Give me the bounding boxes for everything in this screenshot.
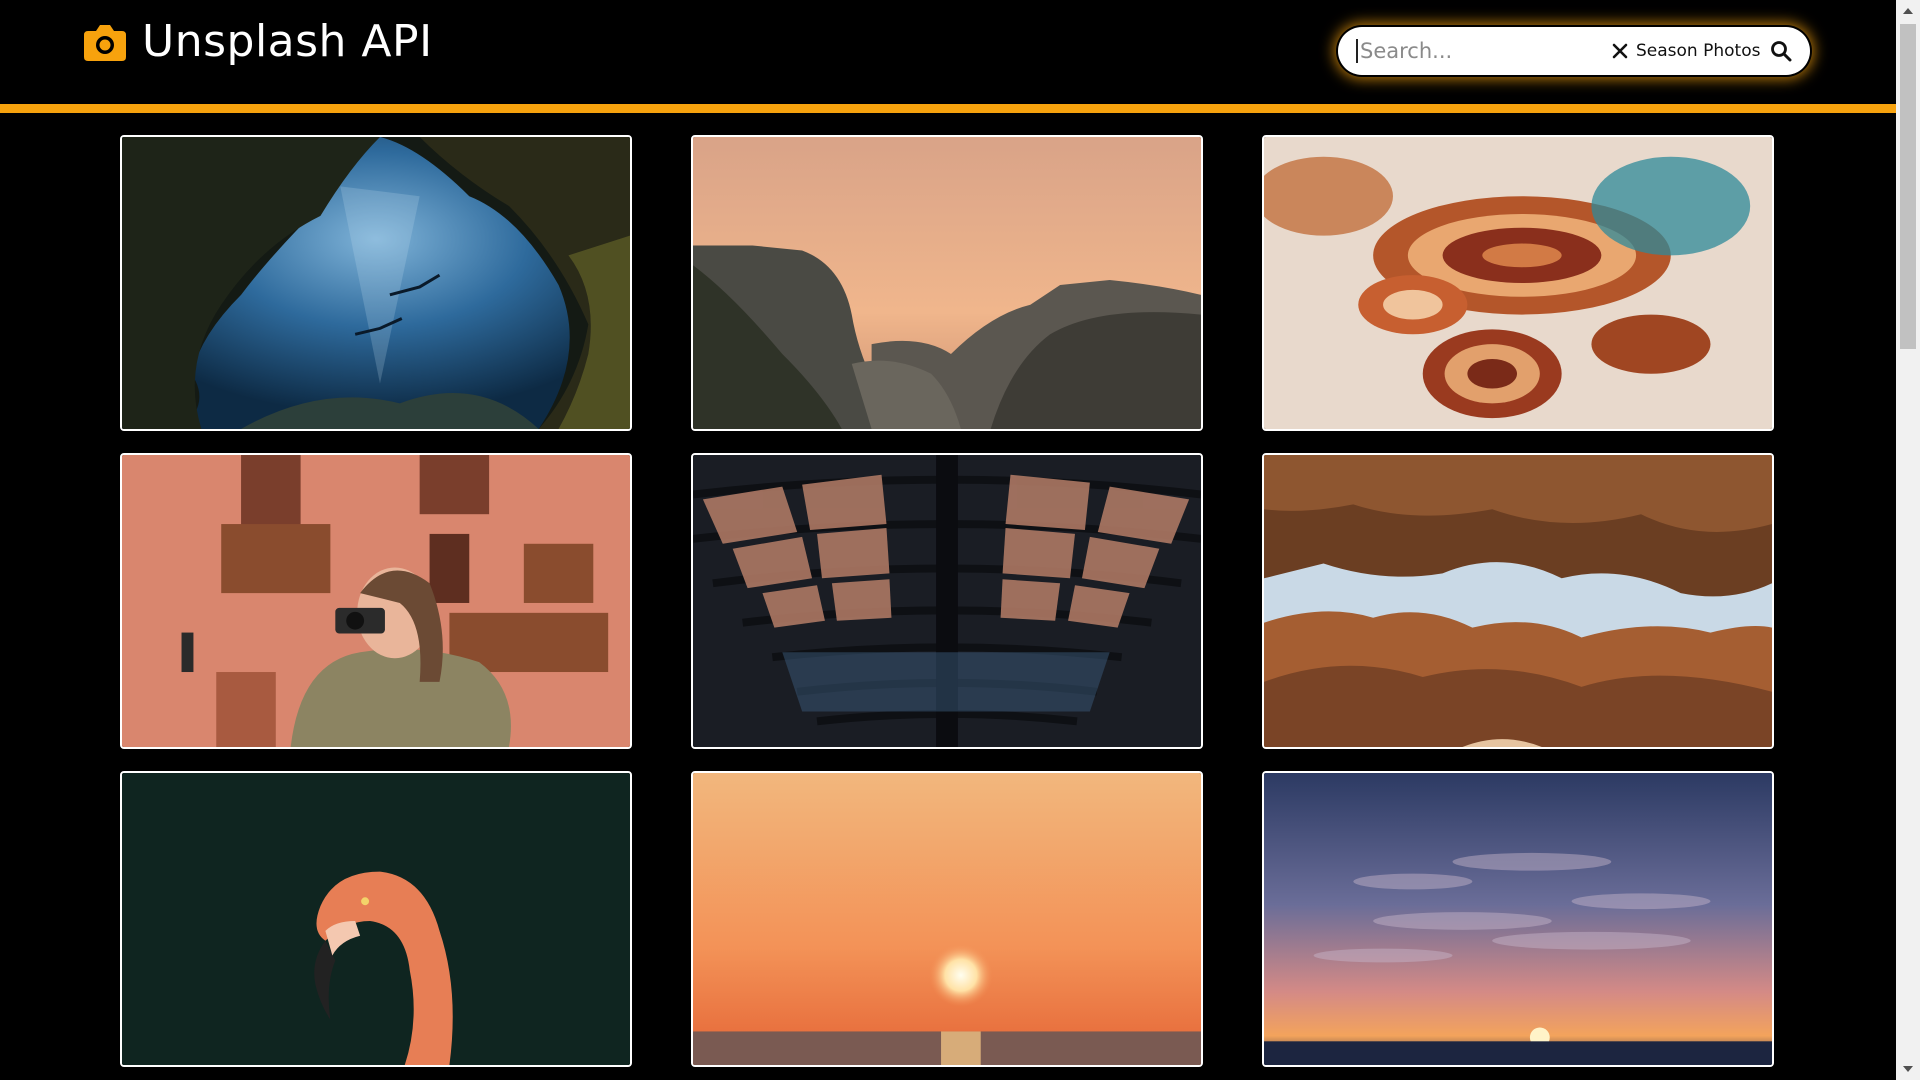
- photo-card-underwater-cave[interactable]: [120, 135, 632, 431]
- photo-card-ocean-sunset[interactable]: [691, 771, 1203, 1067]
- search-bar: Season Photos: [1338, 27, 1810, 75]
- photo-card-valley-sunset[interactable]: [691, 135, 1203, 431]
- search-category-label: Season Photos: [1636, 41, 1761, 61]
- scroll-down-arrow-icon[interactable]: [1896, 1058, 1920, 1080]
- photo-image: [122, 455, 630, 747]
- photo-image: [122, 773, 630, 1065]
- photo-grid: [120, 135, 1774, 1067]
- photo-image: [693, 137, 1201, 429]
- search-button[interactable]: [1768, 38, 1794, 64]
- logo[interactable]: Unsplash API: [82, 20, 433, 64]
- photo-card-agate-aerial[interactable]: [1262, 135, 1774, 431]
- scrollbar[interactable]: [1896, 0, 1920, 1080]
- photo-card-cave-opening[interactable]: [1262, 453, 1774, 749]
- photo-card-clouds-sunset[interactable]: [1262, 771, 1774, 1067]
- photo-image: [1264, 137, 1772, 429]
- photo-card-flamingo[interactable]: [120, 771, 632, 1067]
- photo-card-glass-roof[interactable]: [691, 453, 1203, 749]
- photo-image: [1264, 455, 1772, 747]
- app-title: Unsplash API: [142, 16, 433, 67]
- scroll-up-arrow-icon[interactable]: [1896, 0, 1920, 22]
- search-icon: [1771, 41, 1792, 62]
- scrollbar-thumb[interactable]: [1900, 24, 1916, 349]
- close-icon: [1612, 43, 1628, 59]
- clear-button[interactable]: Season Photos: [1612, 41, 1760, 61]
- page: Unsplash API Season Photos: [0, 0, 1920, 1080]
- photo-image: [693, 773, 1201, 1065]
- photo-card-woman-camera[interactable]: [120, 453, 632, 749]
- photo-image: [1264, 773, 1772, 1065]
- camera-icon: [84, 25, 126, 61]
- photo-image: [693, 455, 1201, 747]
- photo-image: [122, 137, 630, 429]
- search-input[interactable]: [1356, 39, 1600, 63]
- header-accent-bar: [0, 104, 1896, 113]
- header: Unsplash API Season Photos: [0, 0, 1896, 104]
